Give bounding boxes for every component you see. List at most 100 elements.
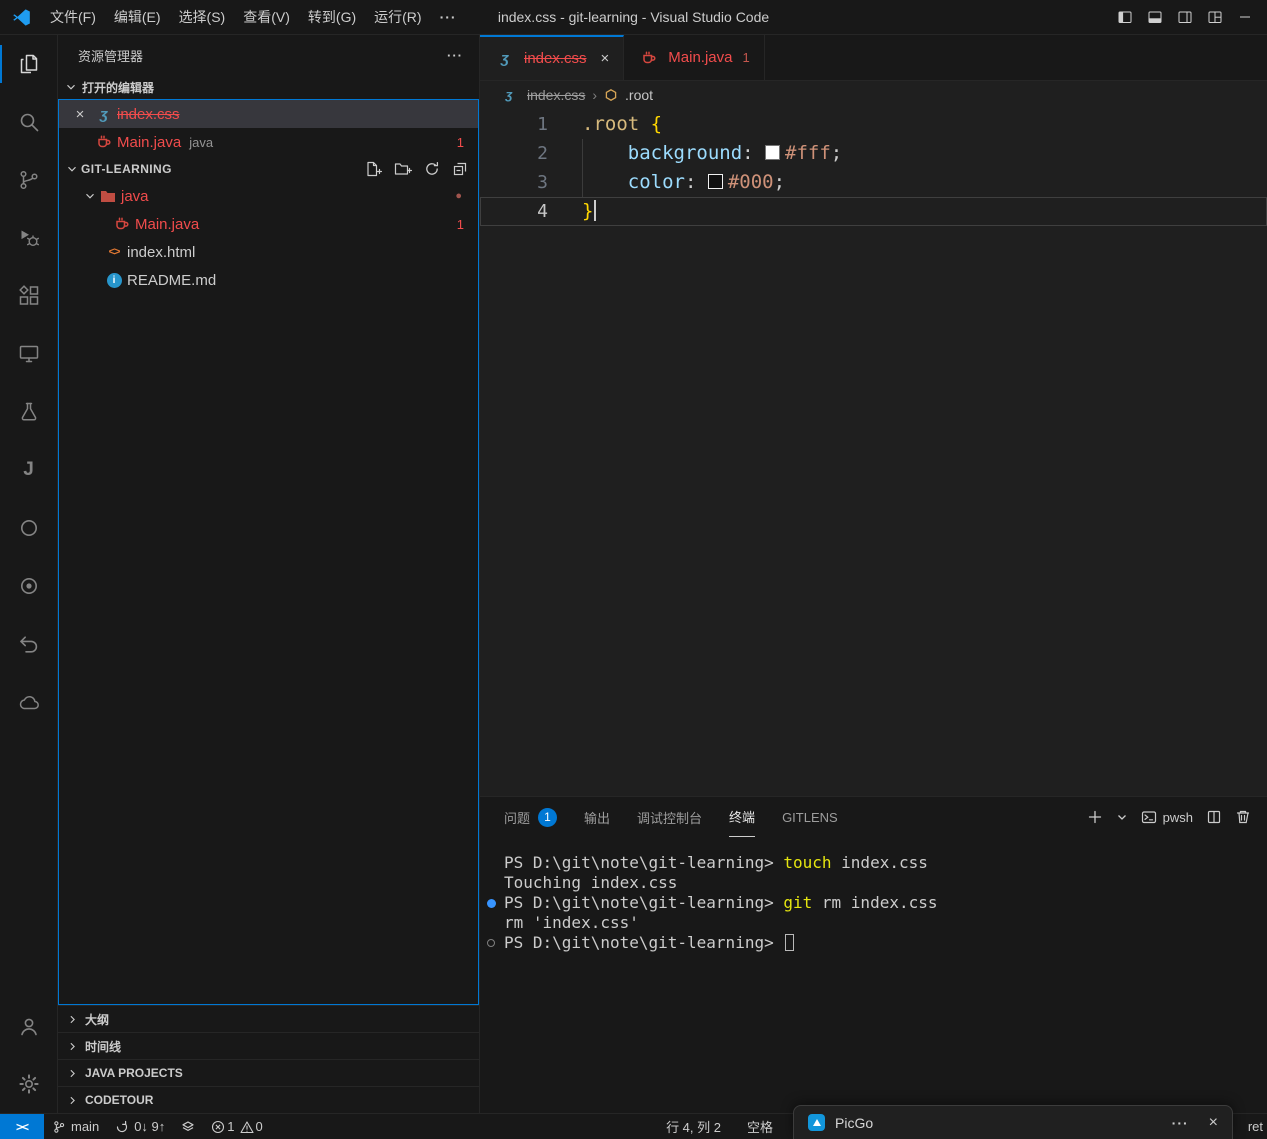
color-swatch-fff[interactable] (765, 145, 780, 160)
activitybar-explorer[interactable] (0, 35, 57, 93)
terminal-instance[interactable]: pwsh (1141, 809, 1193, 825)
sidebar-more-actions-icon[interactable]: ··· (447, 48, 463, 63)
tree-item-indexhtml[interactable]: <> index.html (59, 238, 478, 266)
activitybar-docker[interactable] (0, 673, 57, 731)
workspace-name: GIT-LEARNING (81, 162, 172, 176)
section-label: CODETOUR (85, 1093, 153, 1107)
terminal-dropdown-icon[interactable] (1116, 811, 1128, 823)
refresh-icon[interactable] (424, 161, 440, 177)
line-number: 2 (480, 139, 548, 168)
problems-status-item[interactable]: 1 0 (203, 1114, 270, 1139)
activitybar-target-extension[interactable] (0, 557, 57, 615)
activitybar-codetour[interactable] (0, 615, 57, 673)
minimize-icon[interactable] (1237, 9, 1253, 25)
menu-go[interactable]: 转到(G) (299, 3, 365, 31)
section-timeline[interactable]: 时间线 (58, 1032, 479, 1059)
tab-problem-badge: 1 (743, 50, 750, 65)
sync-status-item[interactable]: 0↓ 9↑ (107, 1114, 173, 1139)
menu-file[interactable]: 文件(F) (41, 3, 105, 31)
branch-status-item[interactable]: main (44, 1114, 107, 1139)
activitybar-accounts[interactable] (0, 997, 57, 1055)
customize-layout-icon[interactable] (1207, 9, 1223, 25)
activitybar-remote-explorer[interactable] (0, 325, 57, 383)
close-editor-icon[interactable]: × (67, 106, 93, 123)
picgo-logo-icon (808, 1114, 825, 1131)
split-terminal-icon[interactable] (1206, 809, 1222, 825)
color-swatch-000[interactable] (708, 174, 723, 189)
code-line-3[interactable]: 3 color:#000; (480, 168, 1267, 197)
tree-item-mainjava[interactable]: Main.java 1 (59, 210, 478, 238)
section-codetour[interactable]: CODETOUR (58, 1086, 479, 1113)
account-icon (17, 1014, 41, 1038)
activitybar-settings[interactable] (0, 1055, 57, 1113)
menu-overflow-icon[interactable]: ··· (431, 5, 466, 29)
remote-indicator[interactable]: >< (0, 1114, 44, 1139)
command-decoration-icon[interactable] (487, 899, 496, 908)
toggle-sidebar-icon[interactable] (1117, 9, 1133, 25)
menu-selection[interactable]: 选择(S) (170, 3, 235, 31)
menu-edit[interactable]: 编辑(E) (105, 3, 170, 31)
breadcrumb-symbol[interactable]: .root (625, 87, 653, 103)
new-terminal-icon[interactable] (1087, 809, 1103, 825)
section-outline[interactable]: 大纲 (58, 1005, 479, 1032)
activitybar-search[interactable] (0, 93, 57, 151)
section-java-projects[interactable]: JAVA PROJECTS (58, 1059, 479, 1086)
activitybar-testing[interactable] (0, 383, 57, 441)
code-line-1[interactable]: 1 .root{ (480, 110, 1267, 139)
section-label: 大纲 (85, 1011, 109, 1028)
line-number: 3 (480, 168, 548, 197)
git-branch-icon (17, 168, 41, 192)
bottom-panel: 问题 1 输出 调试控制台 终端 GITLENS (480, 796, 1267, 1113)
activitybar-java[interactable]: J (0, 441, 57, 499)
shell-label: pwsh (1163, 810, 1193, 825)
activitybar-extensions[interactable] (0, 267, 57, 325)
notification-more-icon[interactable]: ··· (1172, 1115, 1189, 1131)
terminal-cursor (785, 934, 794, 951)
close-tab-icon[interactable]: × (601, 50, 610, 67)
notification-close-icon[interactable]: × (1209, 1114, 1218, 1132)
panel-tab-output[interactable]: 输出 (584, 797, 610, 837)
open-editor-item-mainjava[interactable]: Main.java java 1 (59, 128, 478, 156)
terminal-output[interactable]: PS D:\git\note\git-learning> touch index… (480, 837, 1267, 1113)
activitybar-run-debug[interactable] (0, 209, 57, 267)
breadcrumb-file[interactable]: index.css (527, 87, 585, 103)
open-editor-label: index.css (117, 106, 180, 123)
workspace-section-header[interactable]: GIT-LEARNING (59, 156, 478, 182)
code-line-2[interactable]: 2 background:#fff; (480, 139, 1267, 168)
panel-tab-debug-console[interactable]: 调试控制台 (637, 797, 702, 837)
open-editor-item-indexcss[interactable]: × ʒ index.css (59, 100, 478, 128)
tree-item-label: README.md (127, 272, 216, 289)
tree-item-readme[interactable]: i README.md (59, 266, 478, 294)
code-editor[interactable]: 1 .root{ 2 background:#fff; 3 color:#000… (480, 108, 1267, 796)
warnings-group: 0 (240, 1119, 263, 1134)
new-folder-icon[interactable] (394, 161, 412, 177)
toggle-secondary-sidebar-icon[interactable] (1177, 9, 1193, 25)
collapse-all-icon[interactable] (452, 161, 468, 177)
menu-run[interactable]: 运行(R) (365, 3, 430, 31)
explorer-empty-space[interactable] (59, 294, 478, 1004)
code-text: .root{ (582, 110, 662, 139)
kill-terminal-icon[interactable] (1235, 809, 1251, 825)
truncated-status-item[interactable]: ret (1248, 1119, 1263, 1134)
toggle-panel-icon[interactable] (1147, 9, 1163, 25)
tree-item-folder-java[interactable]: java ● (59, 182, 478, 210)
chevron-right-icon (66, 1094, 79, 1107)
panel-tab-problems[interactable]: 问题 1 (504, 797, 557, 837)
panel-tab-terminal[interactable]: 终端 (729, 797, 755, 837)
open-editors-header[interactable]: 打开的编辑器 (58, 75, 479, 99)
menu-view[interactable]: 查看(V) (234, 3, 299, 31)
chevron-down-icon (83, 189, 97, 203)
code-line-4-current[interactable]: 4 } (480, 197, 1267, 226)
tab-mainjava[interactable]: Main.java 1 (624, 35, 764, 80)
indentation-item[interactable]: 空格 (739, 1117, 781, 1136)
panel-tab-label: 调试控制台 (637, 808, 702, 827)
cursor-position-item[interactable]: 行 4, 列 2 (658, 1117, 729, 1136)
activitybar-ring-extension[interactable] (0, 499, 57, 557)
new-file-icon[interactable] (364, 161, 382, 177)
activitybar-source-control[interactable] (0, 151, 57, 209)
tab-indexcss[interactable]: ʒ index.css × (480, 35, 624, 80)
code-text: background:#fff; (582, 139, 842, 168)
code-text: color:#000; (582, 168, 785, 197)
layers-status-item[interactable] (173, 1114, 203, 1139)
panel-tab-gitlens[interactable]: GITLENS (782, 797, 838, 837)
